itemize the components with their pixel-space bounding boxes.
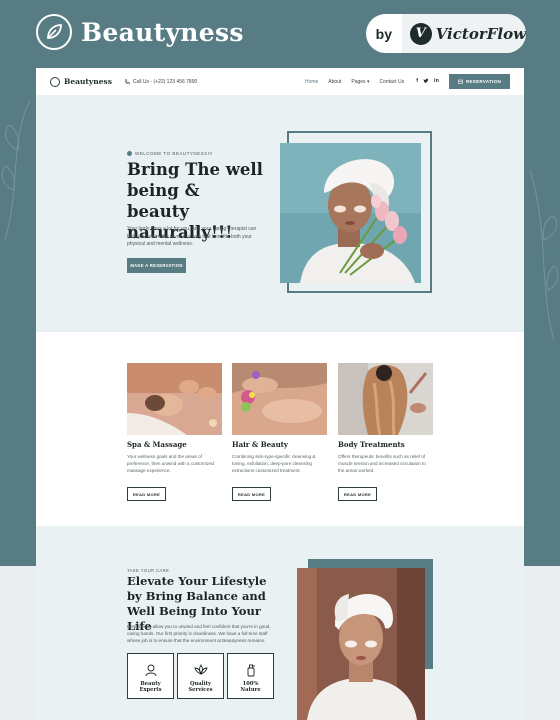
service-card-spa: Spa & Massage Your wellness goals and th… — [127, 363, 222, 501]
expert-icon — [145, 664, 156, 677]
service-description: Combining skin-type-specific cleansing &… — [232, 454, 316, 473]
nav-link-pages[interactable]: Pages ▾ — [351, 79, 369, 85]
service-description: Offers therapeutic benefits such as reli… — [338, 454, 426, 473]
hero-eyebrow-text: WELCOME TO BEAUTYNESS!!! — [135, 151, 213, 156]
services-section: Spa & Massage Your wellness goals and th… — [36, 332, 524, 526]
hero-section: WELCOME TO BEAUTYNESS!!! Bring The well … — [36, 95, 524, 332]
nav-link-contact[interactable]: Contact Us — [379, 79, 404, 85]
read-more-button[interactable]: READ MORE — [232, 487, 271, 501]
twitter-icon[interactable] — [423, 78, 429, 86]
feature-nature: 100% Nature — [227, 653, 274, 699]
reservation-button[interactable]: RESERVATION — [448, 74, 510, 89]
nav-link-about[interactable]: About — [328, 79, 341, 85]
nav-links: Home About Pages ▾ Contact Us f in — [305, 78, 439, 86]
make-reservation-button[interactable]: MAKE A RESERVATION — [127, 258, 186, 273]
leaf-decoration-right — [529, 169, 559, 341]
feature-beauty-experts: Beauty Experts — [127, 653, 174, 699]
social-links: f in — [416, 78, 439, 86]
service-title: Body Treatments — [338, 440, 405, 449]
body-treatments-image — [338, 363, 433, 435]
calendar-icon — [458, 79, 463, 84]
victorflow-name: VictorFlow — [435, 24, 526, 43]
lotus-icon — [193, 664, 208, 675]
care-eyebrow: TAKE YOUR CARE — [127, 568, 170, 573]
chevron-down-icon: ▾ — [365, 78, 370, 85]
care-woman-towel-image — [297, 568, 425, 720]
care-description: Designed to allow you to unwind and feel… — [127, 624, 271, 643]
call-us-text: Call Us - (+22) 123 456 7890 — [132, 78, 198, 85]
feature-label-line2: Services — [188, 687, 213, 693]
victorflow-logo: V VictorFlow — [401, 14, 526, 53]
read-more-button[interactable]: READ MORE — [127, 487, 166, 501]
website-preview: Beautyness Call Us - (+22) 123 456 7890 … — [36, 68, 524, 720]
feature-quality-services: Quality Services — [177, 653, 224, 699]
site-brand-name[interactable]: Beautyness — [64, 77, 112, 86]
feature-label-line2: Experts — [139, 687, 162, 693]
hero-description: Your body does a lot for you, and your c… — [127, 226, 257, 247]
welcome-dot-icon — [127, 151, 132, 156]
hero-eyebrow: WELCOME TO BEAUTYNESS!!! — [127, 151, 213, 156]
spa-massage-image — [127, 363, 222, 435]
reservation-label: RESERVATION — [465, 79, 501, 84]
by-label: by — [375, 25, 393, 42]
victorflow-mark-icon: V — [409, 22, 432, 45]
service-title: Spa & Massage — [127, 440, 187, 449]
nav-link-pages-label: Pages — [351, 78, 366, 85]
read-more-button[interactable]: READ MORE — [338, 487, 377, 501]
service-description: Your wellness goals and the areas of pre… — [127, 454, 215, 473]
feature-label-line2: Nature — [240, 687, 261, 693]
template-title: Beautyness — [81, 17, 244, 47]
phone-icon — [124, 78, 130, 84]
service-title: Hair & Beauty — [232, 440, 288, 449]
facebook-icon[interactable]: f — [416, 78, 418, 86]
leaf-logo-icon — [36, 14, 72, 50]
leaf-decoration-left — [1, 99, 31, 241]
bottle-icon — [247, 664, 255, 677]
service-card-body: Body Treatments Offers therapeutic benef… — [338, 363, 433, 501]
victorflow-badge[interactable]: by V VictorFlow — [366, 14, 526, 53]
template-brand: Beautyness — [36, 14, 244, 50]
hero-woman-flowers-image — [280, 143, 421, 283]
nav-link-home[interactable]: Home — [305, 79, 318, 85]
site-navbar: Beautyness Call Us - (+22) 123 456 7890 … — [36, 68, 524, 95]
linkedin-icon[interactable]: in — [434, 78, 439, 86]
call-us[interactable]: Call Us - (+22) 123 456 7890 — [124, 79, 197, 85]
care-section: TAKE YOUR CARE Elevate Your Lifestyle by… — [36, 526, 524, 720]
site-logo-icon[interactable] — [50, 76, 60, 87]
hair-beauty-image — [232, 363, 327, 435]
service-card-hair: Hair & Beauty Combining skin-type-specif… — [232, 363, 327, 501]
